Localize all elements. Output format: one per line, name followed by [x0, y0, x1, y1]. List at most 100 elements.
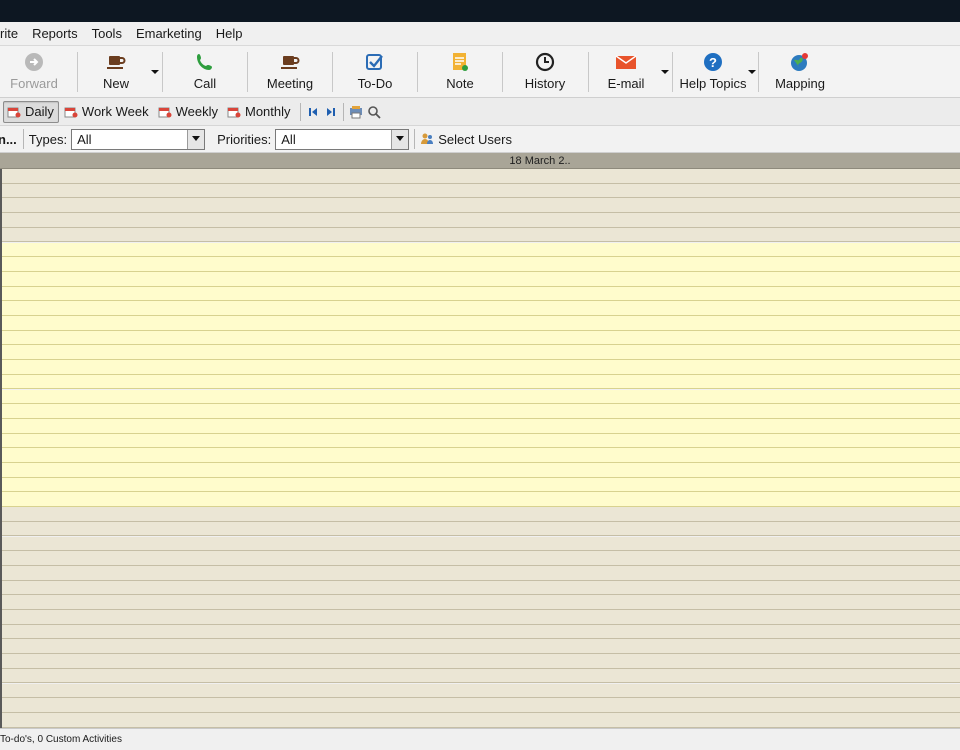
- view-weekly-button[interactable]: Weekly: [155, 101, 222, 123]
- print-calendar-icon[interactable]: [347, 102, 365, 122]
- time-slot[interactable]: [2, 433, 960, 449]
- time-slot[interactable]: [2, 654, 960, 669]
- calendar-time-grid[interactable]: [0, 169, 960, 728]
- activity-filter-bar: n... Types: All Priorities: All Select U…: [0, 126, 960, 153]
- help-topics-button[interactable]: ? Help Topics: [678, 48, 748, 96]
- clock-history-icon: [531, 50, 559, 74]
- search-icon[interactable]: [365, 102, 383, 122]
- users-icon: [421, 133, 434, 144]
- time-slot[interactable]: [2, 639, 960, 655]
- calendar-view-bar: Daily Work Week Weekly Monthly: [0, 98, 960, 126]
- next-day-icon[interactable]: [322, 102, 340, 122]
- previous-day-icon[interactable]: [304, 102, 322, 122]
- time-slot[interactable]: [2, 198, 960, 214]
- menu-emarketing[interactable]: Emarketing: [129, 22, 209, 46]
- time-slot[interactable]: [2, 463, 960, 478]
- time-slot[interactable]: [2, 389, 960, 405]
- time-slot[interactable]: [2, 242, 960, 258]
- call-button[interactable]: Call: [185, 48, 225, 96]
- filter-truncated-label: n...: [0, 131, 17, 147]
- time-slot[interactable]: [2, 345, 960, 361]
- view-daily-label: Daily: [25, 104, 54, 119]
- time-slot[interactable]: [2, 521, 960, 537]
- time-slot[interactable]: [2, 683, 960, 699]
- view-monthly-button[interactable]: Monthly: [224, 101, 295, 123]
- email-button[interactable]: E-mail: [605, 48, 647, 96]
- calendar-icon: [158, 107, 172, 117]
- types-label: Types:: [28, 131, 68, 147]
- toolbar-separator: [588, 52, 589, 92]
- todo-label: To-Do: [357, 76, 393, 91]
- time-slot[interactable]: [2, 286, 960, 302]
- time-slot[interactable]: [2, 360, 960, 375]
- calendar-icon: [64, 107, 78, 117]
- toolbar-separator: [162, 52, 163, 92]
- coffee-cup-icon: [276, 50, 304, 74]
- note-button[interactable]: Note: [443, 48, 477, 96]
- menu-tools[interactable]: Tools: [85, 22, 129, 46]
- history-button[interactable]: History: [523, 48, 567, 96]
- time-slot[interactable]: [2, 492, 960, 508]
- time-slot[interactable]: [2, 418, 960, 434]
- menu-write[interactable]: rite: [0, 22, 25, 46]
- time-slot[interactable]: [2, 227, 960, 243]
- envelope-icon: [612, 50, 640, 74]
- time-slot[interactable]: [2, 580, 960, 596]
- question-mark-icon: ?: [699, 50, 727, 74]
- view-weekly-label: Weekly: [175, 104, 218, 119]
- toolbar-separator: [502, 52, 503, 92]
- email-dropdown-arrow-icon[interactable]: [661, 68, 669, 76]
- time-slot[interactable]: [2, 595, 960, 610]
- time-slot[interactable]: [2, 477, 960, 493]
- menu-help[interactable]: Help: [209, 22, 250, 46]
- types-select[interactable]: All: [71, 128, 206, 150]
- time-slot[interactable]: [2, 330, 960, 346]
- new-button[interactable]: New: [98, 48, 134, 96]
- email-label: E-mail: [607, 76, 645, 91]
- view-work-week-button[interactable]: Work Week: [61, 101, 153, 123]
- select-users-button[interactable]: Select Users: [420, 132, 512, 147]
- select-users-label: Select Users: [438, 131, 512, 147]
- toolbar-separator: [77, 52, 78, 92]
- menu-reports[interactable]: Reports: [25, 22, 85, 46]
- time-slot[interactable]: [2, 257, 960, 272]
- time-slot[interactable]: [2, 712, 960, 728]
- toolbar-separator: [247, 52, 248, 92]
- call-label: Call: [193, 76, 217, 91]
- time-slot[interactable]: [2, 536, 960, 552]
- time-slot[interactable]: [2, 565, 960, 581]
- toolbar-separator: [332, 52, 333, 92]
- time-slot[interactable]: [2, 183, 960, 199]
- time-slot[interactable]: [2, 698, 960, 713]
- status-text: To-do's, 0 Custom Activities: [0, 734, 122, 745]
- time-slot[interactable]: [2, 551, 960, 566]
- forward-arrow-icon: [20, 50, 48, 74]
- chevron-down-icon[interactable]: [391, 129, 409, 149]
- types-selected-value: All: [77, 131, 92, 147]
- chevron-down-icon[interactable]: [187, 129, 205, 149]
- time-slot[interactable]: [2, 624, 960, 640]
- time-slot[interactable]: [2, 610, 960, 625]
- view-daily-button[interactable]: Daily: [3, 100, 59, 123]
- help-topics-dropdown-arrow-icon[interactable]: [748, 68, 756, 76]
- checkbox-check-icon: [361, 50, 389, 74]
- time-slot[interactable]: [2, 316, 960, 331]
- priorities-select[interactable]: All: [275, 128, 410, 150]
- meeting-button[interactable]: Meeting: [263, 48, 317, 96]
- time-slot[interactable]: [2, 271, 960, 287]
- time-slot[interactable]: [2, 668, 960, 684]
- time-slot[interactable]: [2, 448, 960, 463]
- new-dropdown-arrow-icon[interactable]: [151, 68, 159, 76]
- time-slot[interactable]: [2, 169, 960, 184]
- forward-button[interactable]: Forward: [10, 48, 58, 96]
- time-slot[interactable]: [2, 507, 960, 522]
- time-slot[interactable]: [2, 213, 960, 228]
- mapping-button[interactable]: Mapping: [773, 48, 827, 96]
- time-slot[interactable]: [2, 404, 960, 419]
- time-slot[interactable]: [2, 301, 960, 316]
- status-bar: To-do's, 0 Custom Activities: [0, 728, 960, 750]
- todo-button[interactable]: To-Do: [354, 48, 396, 96]
- coffee-cup-icon: [102, 50, 130, 74]
- history-label: History: [524, 76, 566, 91]
- time-slot[interactable]: [2, 374, 960, 390]
